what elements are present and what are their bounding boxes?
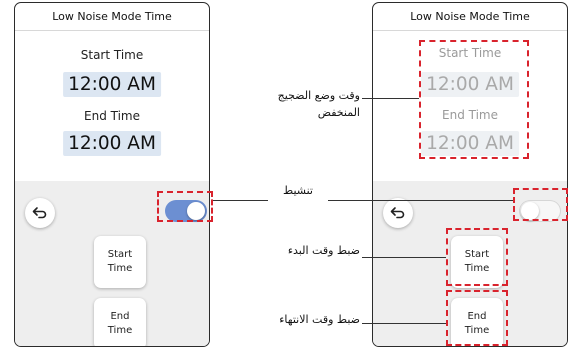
highlight-toggle-right — [513, 188, 568, 221]
annotation-set-end: ضبط وقت الانتهاء — [279, 313, 360, 326]
annotation-line2: المنخفض — [317, 106, 360, 119]
leader-line — [213, 200, 268, 201]
annotation-line1: وقت وضع الضجيج — [277, 89, 360, 102]
leader-line — [362, 257, 446, 258]
highlight-end-button — [446, 290, 508, 346]
leader-line — [362, 323, 446, 324]
annotation-activate: تنشيط — [283, 184, 313, 197]
panel-title: Low Noise Mode Time — [15, 3, 209, 31]
back-button[interactable] — [383, 198, 413, 228]
start-time-label: Start Time — [80, 48, 144, 62]
start-time-value[interactable]: 12:00 AM — [63, 72, 161, 97]
end-time-value[interactable]: 12:00 AM — [63, 131, 161, 156]
button-label-line1: End — [110, 311, 130, 322]
back-arrow-icon — [390, 207, 405, 219]
button-label-line2: Time — [107, 325, 133, 336]
left-panel: Low Noise Mode Time Start Time 12:00 AM … — [14, 2, 210, 347]
highlight-start-button — [446, 228, 508, 286]
leader-line — [328, 200, 513, 201]
annotation-set-start: ضبط وقت البدء — [287, 244, 360, 257]
panel-title: Low Noise Mode Time — [373, 3, 567, 31]
back-button[interactable] — [25, 198, 55, 228]
button-label-line2: Time — [107, 263, 133, 274]
end-time-label: End Time — [84, 109, 140, 123]
highlight-toggle-left — [157, 191, 213, 222]
annotation-low-noise-time: وقت وضع الضجيج المنخفض — [256, 87, 360, 121]
button-label-line1: Start — [107, 249, 133, 260]
back-arrow-icon — [32, 207, 47, 219]
highlight-time-values — [419, 40, 529, 159]
set-end-time-button[interactable]: End Time — [94, 298, 146, 346]
leader-line — [362, 98, 419, 99]
set-start-time-button[interactable]: Start Time — [94, 236, 146, 288]
